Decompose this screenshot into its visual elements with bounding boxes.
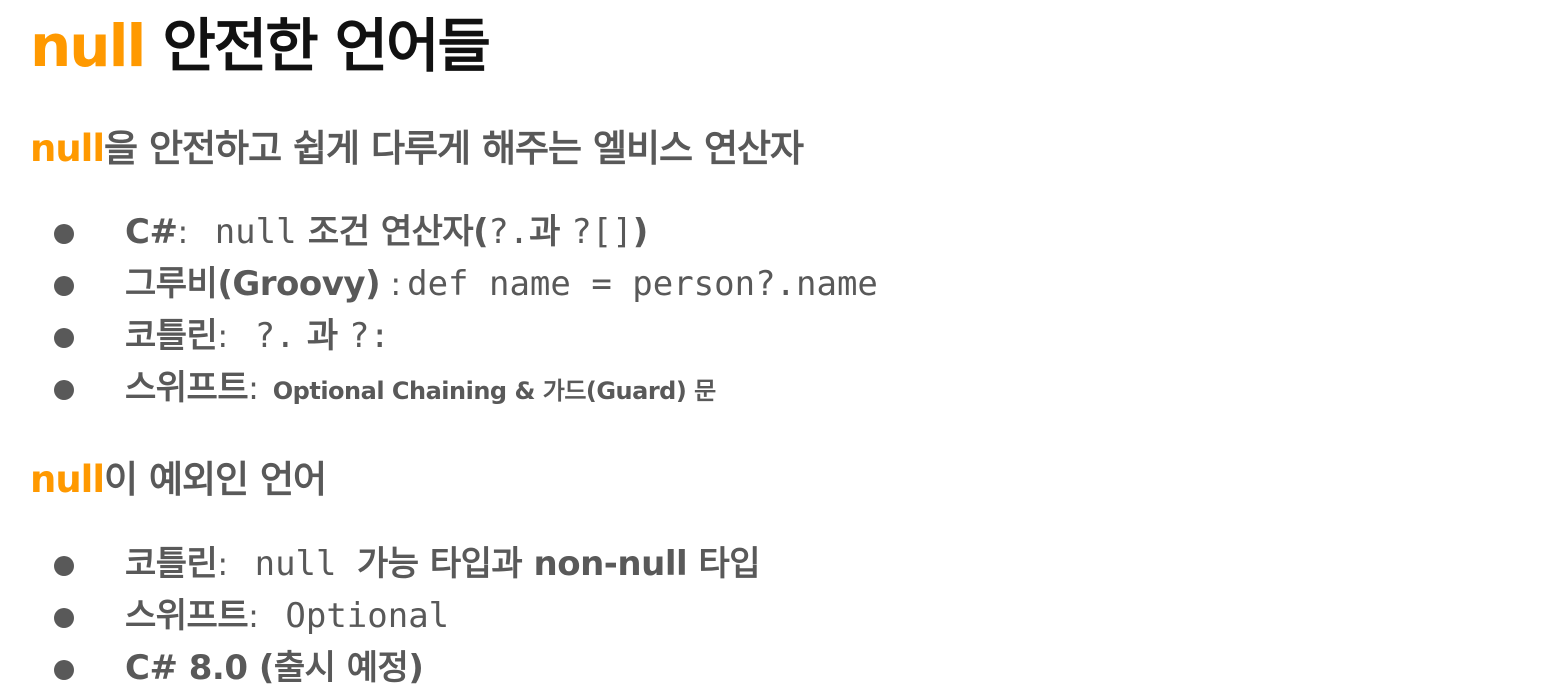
list-item-body: 스위프트: Optional Chaining & 가드(Guard) 문 <box>125 362 716 414</box>
bullet-icon <box>54 608 74 628</box>
item-code: ?. <box>234 316 296 356</box>
section1-heading-accent: null <box>30 127 105 170</box>
slide-title: null 안전한 언어들 <box>30 6 491 86</box>
list-item-body: 코틀린: null 가능 타입과 non-null 타입 <box>125 538 761 590</box>
item-colon: : <box>248 369 259 407</box>
item-text: 과 <box>295 316 350 356</box>
title-rest: 안전한 언어들 <box>144 12 491 80</box>
list-item-body: C# 8.0 (출시 예정) <box>125 642 424 694</box>
list-item-body: C#: null 조건 연산자(?.과 ?[]) <box>125 206 648 258</box>
bullet-icon <box>54 328 74 348</box>
item-colon: : <box>248 597 259 635</box>
item-label: 스위프트 <box>125 368 249 408</box>
list-item-body: 그루비(Groovy) : def name = person?.name <box>125 258 878 310</box>
section2-heading-rest: 이 예외인 언어 <box>104 458 327 501</box>
list-item-body: 코틀린: ?. 과 ?: <box>125 310 390 362</box>
item-text: 가능 타입과 non-null 타입 <box>356 544 761 584</box>
item-colon: : <box>217 317 229 355</box>
item-colon: : <box>380 265 402 303</box>
item-text-2: 과 <box>529 212 572 252</box>
bullet-icon <box>54 660 74 680</box>
item-text: Optional Chaining & 가드(Guard) 문 <box>264 377 717 405</box>
item-code-2: ?. <box>488 212 530 252</box>
item-code-3: ?[] <box>571 212 633 252</box>
item-code-2: ?: <box>349 316 390 356</box>
item-label: 스위프트 <box>125 596 249 636</box>
title-accent: null <box>30 12 146 80</box>
item-label: C# <box>125 212 178 252</box>
item-label: 코틀린 <box>125 316 218 356</box>
item-label: C# 8.0 (출시 예정) <box>125 648 424 688</box>
item-colon: : <box>217 545 229 583</box>
item-code: null <box>234 544 357 584</box>
item-code: null <box>194 212 297 252</box>
item-colon: : <box>177 213 189 251</box>
bullet-icon <box>54 380 74 400</box>
list-item-body: 스위프트: Optional <box>125 590 449 642</box>
section2-heading: null이 예외인 언어 <box>30 455 327 505</box>
section1-heading-rest: 을 안전하고 쉽게 다루게 해주는 엘비스 연산자 <box>104 127 804 170</box>
slide: null 안전한 언어들 null을 안전하고 쉽게 다루게 해주는 엘비스 연… <box>0 0 1558 694</box>
item-code: Optional <box>264 596 450 636</box>
bullet-icon <box>54 556 74 576</box>
item-label: 코틀린 <box>125 544 218 584</box>
item-text-3: ) <box>632 212 649 252</box>
item-label: 그루비(Groovy) <box>125 264 381 304</box>
item-code: def name = person?.name <box>407 264 878 304</box>
section1-heading: null을 안전하고 쉽게 다루게 해주는 엘비스 연산자 <box>30 124 804 174</box>
section2-heading-accent: null <box>30 458 105 501</box>
item-text: 조건 연산자( <box>296 212 489 252</box>
bullet-icon <box>54 276 74 296</box>
bullet-icon <box>54 224 74 244</box>
